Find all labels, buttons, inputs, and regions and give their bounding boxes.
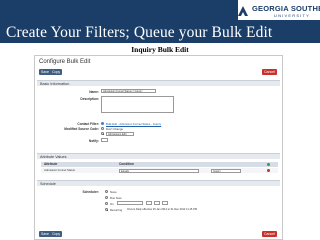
filter-icon[interactable] <box>101 122 104 125</box>
operator-select[interactable]: Equals <box>119 168 199 173</box>
hour-select[interactable] <box>146 201 152 205</box>
table-row: Admission Funnel Status Equals Inquiry <box>41 168 278 173</box>
scheduler-label: Scheduler: <box>82 190 99 194</box>
bulk-edit-window: Configure Bulk Edit Save Copy Cancel Bas… <box>34 55 283 240</box>
slide-title: Create Your Filters; Queue your Bulk Edi… <box>6 24 273 41</box>
logo-text-primary: GEORGIA SOUTHERN <box>252 4 320 13</box>
attribute-column-header: Attribute <box>44 162 58 166</box>
admissions-edit-radio[interactable] <box>101 132 104 135</box>
none-label: None <box>110 189 117 194</box>
run-now-label: Run Now <box>110 195 122 200</box>
copy-button-bottom[interactable]: Copy <box>50 231 63 237</box>
source-code-select[interactable]: Admissions Edit <box>106 131 134 136</box>
description-label: Description: <box>80 97 99 101</box>
on-date-input[interactable] <box>117 201 143 205</box>
recurring-label: Recurring <box>110 207 123 212</box>
logo-area: GEORGIA SOUTHERN UNIVERSITY <box>238 0 320 20</box>
value-select[interactable]: Inquiry <box>211 168 241 173</box>
description-textarea[interactable] <box>101 96 174 113</box>
minute-select[interactable] <box>154 201 160 205</box>
modified-source-label: Modified Source Code: <box>64 127 99 131</box>
cancel-button[interactable]: Cancel <box>262 69 277 75</box>
attribute-table-header: Attribute Condition <box>41 162 278 167</box>
remove-icon[interactable] <box>267 169 270 172</box>
run-now-radio[interactable] <box>105 196 108 199</box>
page-title: Configure Bulk Edit <box>39 59 91 65</box>
logo-mark-icon <box>238 6 248 16</box>
recurring-radio[interactable] <box>105 208 108 211</box>
condition-column-header: Condition <box>119 162 134 166</box>
add-icon[interactable] <box>267 163 270 166</box>
on-label: On <box>110 201 114 206</box>
attribute-cell: Admission Funnel Status <box>44 168 75 172</box>
name-label: Name: <box>89 90 99 94</box>
notify-select[interactable] <box>101 138 108 142</box>
none-radio[interactable] <box>105 190 108 193</box>
university-logo: GEORGIA SOUTHERN UNIVERSITY <box>236 3 320 21</box>
dont-change-radio[interactable] <box>101 127 104 130</box>
notify-label: Notify: <box>88 139 99 143</box>
name-input[interactable]: Admission Funnel Status = Inquiry <box>101 89 156 93</box>
ampm-select[interactable] <box>162 201 168 205</box>
section-schedule[interactable]: Schedule <box>37 180 280 186</box>
contact-filter-label: Contact Filter: <box>77 122 99 126</box>
dont-change-label: Don't Change <box>106 126 124 131</box>
logo-text-secondary: UNIVERSITY <box>274 13 311 18</box>
copy-button[interactable]: Copy <box>50 69 63 75</box>
on-radio[interactable] <box>105 202 108 205</box>
slide-subtitle: Inquiry Bulk Edit <box>131 45 189 54</box>
cancel-button-bottom[interactable]: Cancel <box>262 231 277 237</box>
section-attribute-values[interactable]: Attribute Values <box>37 153 280 159</box>
contact-filter-link[interactable]: Bulk Edit - Admission Funnel Status - In… <box>106 122 161 126</box>
recurring-description: Occurs Daily effective 25 Jan 2012 to 31… <box>127 207 197 211</box>
section-basic-information[interactable]: Basic Information <box>37 80 280 86</box>
